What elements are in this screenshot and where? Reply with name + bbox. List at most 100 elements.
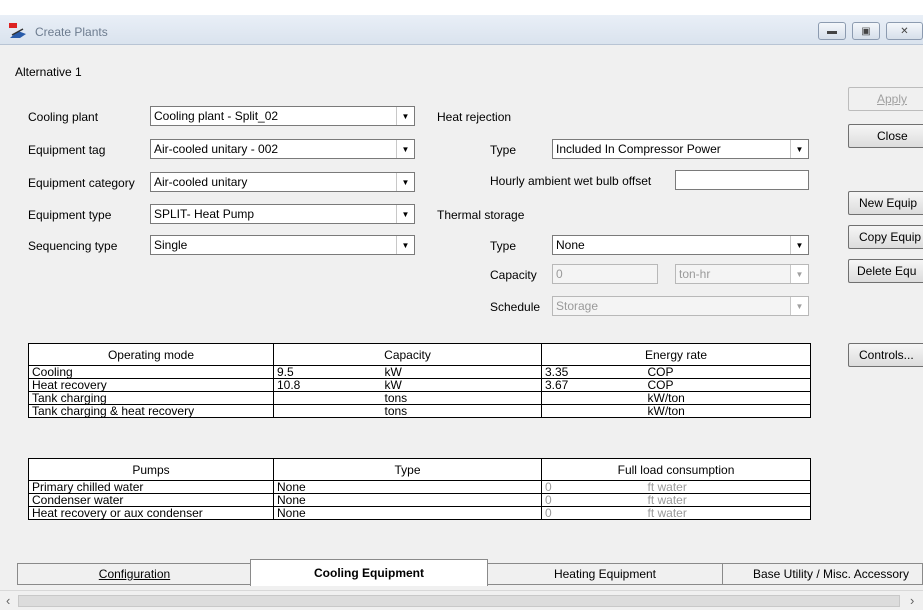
energy-rate-cell[interactable] bbox=[541, 404, 645, 418]
cooling-plant-label: Cooling plant bbox=[28, 110, 99, 124]
minimize-button[interactable]: ▬ bbox=[818, 22, 846, 40]
chevron-down-icon[interactable]: ▼ bbox=[396, 107, 414, 125]
consumption-cell[interactable]: 0 bbox=[541, 493, 645, 507]
table-row: Tank charging tons kW/ton bbox=[28, 391, 812, 405]
capacity-cell[interactable]: 10.8 bbox=[273, 378, 382, 392]
thermal-storage-type-select[interactable]: None ▼ bbox=[552, 235, 809, 255]
copy-equip-button[interactable]: Copy Equip bbox=[848, 225, 923, 249]
mode-cell: Cooling bbox=[28, 365, 274, 379]
window-title: Create Plants bbox=[35, 25, 108, 39]
table-row: Condenser water None 0 ft water bbox=[28, 493, 812, 507]
close-window-button[interactable]: ✕ bbox=[886, 22, 923, 40]
heat-rejection-type-value: Included In Compressor Power bbox=[556, 142, 721, 156]
energy-rate-cell[interactable]: 3.35 bbox=[541, 365, 645, 379]
capacity-unit-cell: tons bbox=[381, 391, 542, 405]
wet-bulb-offset-input[interactable] bbox=[675, 170, 809, 190]
chevron-down-icon[interactable]: ▼ bbox=[396, 140, 414, 158]
equipment-type-select[interactable]: SPLIT- Heat Pump ▼ bbox=[150, 204, 415, 224]
consumption-cell[interactable]: 0 bbox=[541, 480, 645, 494]
energy-rate-unit-cell: COP bbox=[644, 365, 812, 379]
apply-button[interactable]: Apply bbox=[848, 87, 923, 111]
tab-cooling-equipment[interactable]: Cooling Equipment bbox=[250, 559, 488, 586]
table-header: Energy rate bbox=[540, 343, 812, 366]
tab-configuration[interactable]: Configuration bbox=[17, 563, 252, 585]
tab-label: Base Utility / Misc. Accessory bbox=[753, 567, 910, 581]
consumption-unit-cell: ft water bbox=[644, 480, 812, 494]
tab-base-utility[interactable]: Base Utility / Misc. Accessory bbox=[722, 563, 923, 585]
tab-strip: Configuration Cooling Equipment Heating … bbox=[0, 558, 923, 588]
pump-type-cell[interactable]: None bbox=[273, 493, 542, 507]
heat-rejection-type-label: Type bbox=[490, 143, 517, 157]
tab-heating-equipment[interactable]: Heating Equipment bbox=[487, 563, 723, 585]
chevron-down-icon[interactable]: ▼ bbox=[396, 173, 414, 191]
close-button-label: Close bbox=[877, 129, 908, 143]
scroll-left-icon[interactable]: ‹ bbox=[6, 593, 10, 608]
app-icon bbox=[9, 23, 26, 38]
capacity-unit-cell: kW bbox=[381, 378, 542, 392]
table-header: Full load consumption bbox=[540, 458, 812, 481]
capacity-cell[interactable]: 9.5 bbox=[273, 365, 382, 379]
table-header: Operating mode bbox=[28, 343, 274, 366]
pump-name-cell: Primary chilled water bbox=[28, 480, 274, 494]
mode-cell: Tank charging & heat recovery bbox=[28, 404, 274, 418]
sequencing-type-select[interactable]: Single ▼ bbox=[150, 235, 415, 255]
consumption-cell[interactable]: 0 bbox=[541, 506, 645, 520]
pumps-table: Pumps Type Full load consumption Primary… bbox=[28, 458, 812, 520]
capacity-cell[interactable] bbox=[273, 391, 382, 405]
copy-equip-label: Copy Equip bbox=[859, 230, 922, 244]
tab-label: Heating Equipment bbox=[553, 567, 657, 581]
pump-type-cell[interactable]: None bbox=[273, 480, 542, 494]
equipment-type-label: Equipment type bbox=[28, 208, 112, 222]
table-row: Tank charging & heat recovery tons kW/to… bbox=[28, 404, 812, 418]
dialog-body: Alternative 1 Cooling plant Cooling plan… bbox=[0, 45, 923, 610]
equipment-tag-select[interactable]: Air-cooled unitary - 002 ▼ bbox=[150, 139, 415, 159]
energy-rate-cell[interactable]: 3.67 bbox=[541, 378, 645, 392]
energy-rate-cell[interactable] bbox=[541, 391, 645, 405]
chevron-down-icon[interactable]: ▼ bbox=[790, 297, 808, 315]
thermal-storage-heading: Thermal storage bbox=[437, 208, 525, 222]
window-frame bbox=[0, 0, 923, 15]
new-equip-button[interactable]: New Equip bbox=[848, 191, 923, 215]
apply-button-label: Apply bbox=[877, 92, 908, 106]
capacity-unit-cell: kW bbox=[381, 365, 542, 379]
chevron-down-icon[interactable]: ▼ bbox=[790, 236, 808, 254]
maximize-button[interactable]: ▣ bbox=[852, 22, 880, 40]
operating-mode-table: Operating mode Capacity Energy rate Cool… bbox=[28, 343, 812, 418]
equipment-category-select[interactable]: Air-cooled unitary ▼ bbox=[150, 172, 415, 192]
controls-button[interactable]: Controls... bbox=[848, 343, 923, 367]
energy-rate-unit-cell: kW/ton bbox=[644, 404, 812, 418]
chevron-down-icon[interactable]: ▼ bbox=[396, 236, 414, 254]
cooling-plant-select[interactable]: Cooling plant - Split_02 ▼ bbox=[150, 106, 415, 126]
delete-equip-label: Delete Equ bbox=[857, 264, 917, 278]
equipment-tag-label: Equipment tag bbox=[28, 143, 106, 157]
heat-rejection-type-select[interactable]: Included In Compressor Power ▼ bbox=[552, 139, 809, 159]
table-header: Capacity bbox=[273, 343, 542, 366]
scroll-right-icon[interactable]: › bbox=[910, 593, 914, 608]
consumption-unit-cell: ft water bbox=[644, 493, 812, 507]
scroll-thumb[interactable] bbox=[18, 595, 900, 607]
controls-label: Controls... bbox=[859, 348, 914, 362]
schedule-value: Storage bbox=[556, 299, 599, 313]
chevron-down-icon[interactable]: ▼ bbox=[790, 140, 808, 158]
schedule-select[interactable]: Storage ▼ bbox=[552, 296, 809, 316]
close-button[interactable]: Close bbox=[848, 124, 923, 148]
table-row: Primary chilled water None 0 ft water bbox=[28, 480, 812, 494]
energy-rate-unit-cell: kW/ton bbox=[644, 391, 812, 405]
table-header: Type bbox=[273, 458, 542, 481]
table-row: Cooling 9.5 kW 3.35 COP bbox=[28, 365, 812, 379]
schedule-label: Schedule bbox=[490, 300, 541, 314]
delete-equip-button[interactable]: Delete Equ bbox=[848, 259, 923, 283]
capacity-input[interactable]: 0 bbox=[552, 264, 658, 284]
capacity-cell[interactable] bbox=[273, 404, 382, 418]
minimize-icon: ▬ bbox=[827, 25, 837, 37]
table-row: Heat recovery 10.8 kW 3.67 COP bbox=[28, 378, 812, 392]
equipment-category-value: Air-cooled unitary bbox=[154, 175, 248, 189]
capacity-unit-select[interactable]: ton-hr ▼ bbox=[675, 264, 809, 284]
chevron-down-icon[interactable]: ▼ bbox=[790, 265, 808, 283]
wet-bulb-offset-label: Hourly ambient wet bulb offset bbox=[490, 174, 652, 188]
pump-type-cell[interactable]: None bbox=[273, 506, 542, 520]
capacity-unit-value: ton-hr bbox=[679, 267, 711, 281]
chevron-down-icon[interactable]: ▼ bbox=[396, 205, 414, 223]
horizontal-scrollbar[interactable]: ‹ › bbox=[0, 590, 923, 610]
equipment-type-value: SPLIT- Heat Pump bbox=[154, 207, 255, 221]
